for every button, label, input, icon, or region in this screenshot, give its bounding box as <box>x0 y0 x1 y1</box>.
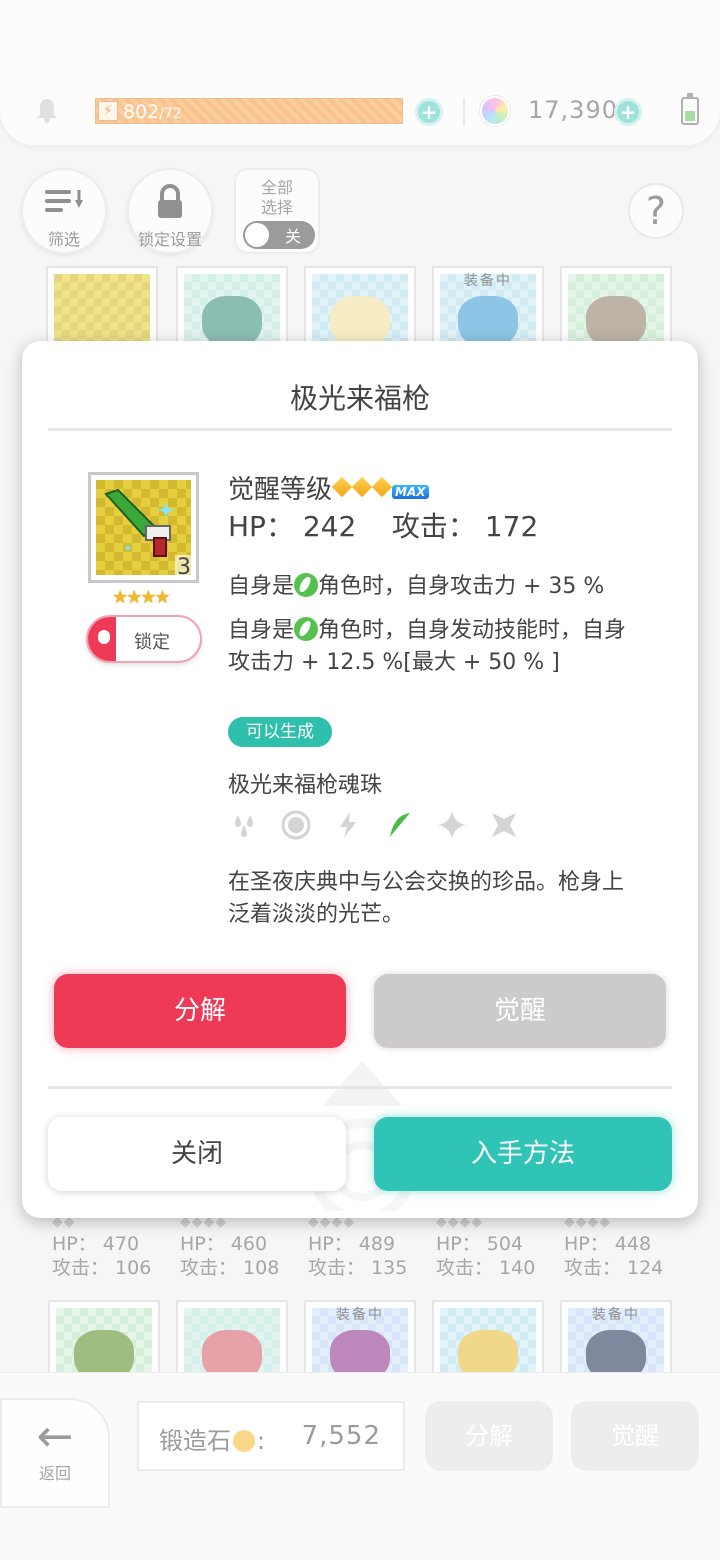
hp-value: 242 <box>302 510 357 543</box>
equipment-detail-dialog: 极光来福枪 3 ★★★★ 锁定 觉醒等级 MAX HP： 242 攻击： 172 … <box>22 341 698 1218</box>
hp-label: HP： <box>228 510 294 543</box>
effect-2: 自身是 角色时，自身发动技能时，自身 攻击力 + 12.5 %[最大 + 50 %… <box>228 615 626 679</box>
attack-label: 攻击： <box>391 510 476 543</box>
dialog-title: 极光来福枪 <box>289 382 430 415</box>
lock-toggle-knob <box>88 617 116 661</box>
effect-1: 自身是 角色时，自身攻击力 + 35 % <box>228 571 604 603</box>
effect-1-prefix: 自身是 <box>228 574 295 599</box>
thunder-element-icon <box>340 812 356 838</box>
water-element-icon <box>235 815 253 837</box>
rarity-stars: ★★★★ <box>112 587 171 608</box>
lock-toggle-label: 锁定 <box>134 632 170 653</box>
effect-1-text: 角色时，自身攻击力 + 35 % <box>318 574 605 599</box>
awaken-diamond-icon <box>371 476 393 498</box>
lock-toggle[interactable]: 锁定 <box>86 615 202 663</box>
awaken-level: 觉醒等级 MAX <box>228 469 429 506</box>
star-element-icon <box>438 811 466 839</box>
effect-2-prefix: 自身是 <box>228 618 295 643</box>
max-badge: MAX <box>392 485 429 499</box>
button-divider <box>48 1086 672 1089</box>
dismantle-button[interactable]: 分解 <box>54 974 346 1048</box>
item-description: 在圣夜庆典中与公会交换的珍品。枪身上 泛着淡淡的光芒。 <box>228 867 648 931</box>
attack-value: 172 <box>484 510 539 543</box>
awaken-button[interactable]: 觉醒 <box>374 974 666 1048</box>
wood-element-icon <box>294 617 319 641</box>
item-stats: HP： 242 攻击： 172 <box>228 505 538 545</box>
light-element-icon <box>281 810 311 840</box>
obtain-method-button[interactable]: 入手方法 <box>374 1117 672 1191</box>
description-line1: 在圣夜庆典中与公会交换的珍品。枪身上 <box>228 870 625 895</box>
awaken-diamond-icon <box>331 476 353 498</box>
close-button[interactable]: 关闭 <box>48 1117 346 1191</box>
item-count: 3 <box>175 555 193 580</box>
item-thumbnail: 3 <box>88 472 199 583</box>
soul-orb-name: 极光来福枪魂珠 <box>228 773 383 798</box>
dark-element-icon <box>492 813 516 837</box>
description-line2: 泛着淡淡的光芒。 <box>228 902 405 927</box>
craftable-badge: 可以生成 <box>228 717 332 747</box>
effect-2-text: 角色时，自身发动技能时，自身 <box>318 618 627 643</box>
effect-2-text-line2: 攻击力 + 12.5 %[最大 + 50 % ] <box>228 650 560 675</box>
title-divider <box>48 428 672 431</box>
awaken-level-label: 觉醒等级 <box>228 475 333 505</box>
wood-element-icon <box>294 573 319 597</box>
wood-element-icon <box>390 813 410 837</box>
awaken-diamond-icon <box>351 476 373 498</box>
element-icons <box>228 809 548 845</box>
